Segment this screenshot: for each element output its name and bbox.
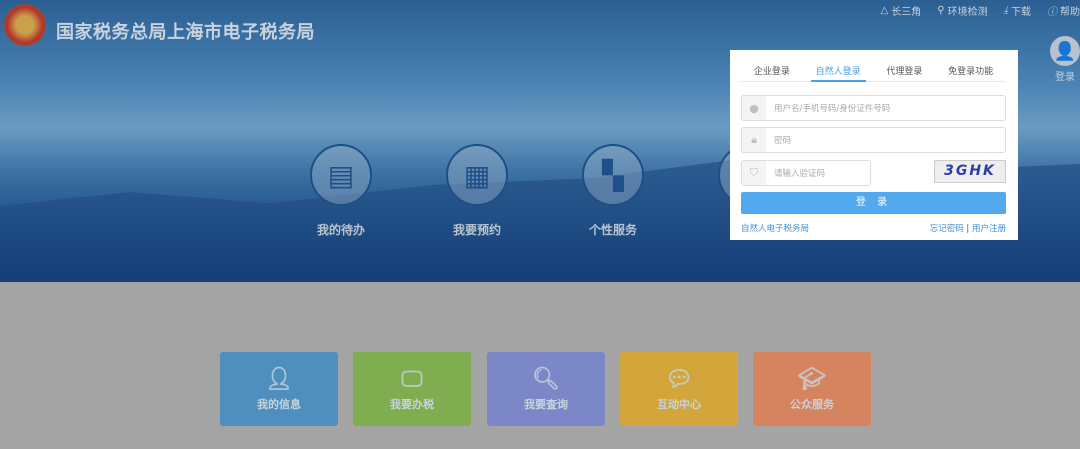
forgot-password-link[interactable]: 忘记密码 (930, 224, 964, 234)
document-search-icon: 🔍︎ (532, 366, 560, 392)
todo-icon[interactable]: ▤ (310, 144, 372, 206)
login-button[interactable]: 登 录 (741, 192, 1006, 214)
grid-icon[interactable]: ▚ (582, 144, 644, 206)
tile-tax-handling[interactable]: 🖵 我要办税 (353, 352, 471, 426)
link-download[interactable]: ⤓ 下载 (1004, 3, 1031, 18)
site-title: 国家税务总局上海市电子税务局 (56, 22, 315, 43)
username-input[interactable]: ● 用户名/手机号码/身份证件号码 (741, 95, 1006, 121)
tab-no-login[interactable]: 免登录功能 (943, 62, 998, 82)
tab-enterprise[interactable]: 企业登录 (749, 62, 795, 82)
user-icon: ● (742, 96, 766, 120)
tile-interaction[interactable]: 💬︎ 互动中心 (620, 352, 738, 426)
tax-emblem-logo (4, 4, 46, 46)
chat-icon: 💬︎ (665, 366, 693, 392)
tab-natural-person[interactable]: 自然人登录 (810, 62, 866, 82)
shield-icon: ⛉ (742, 161, 766, 185)
wrench-icon: ⚲ (937, 5, 945, 16)
register-link[interactable]: 用户注册 (972, 224, 1006, 234)
download-icon: ⤓ (1003, 5, 1008, 16)
tile-my-info[interactable]: 👤︎ 我的信息 (220, 352, 338, 426)
link-env-check[interactable]: ⚲ 环境检测 (937, 3, 987, 18)
tile-public-service[interactable]: 🎓︎ 公众服务 (753, 352, 871, 426)
login-dialog: 企业登录 自然人登录 代理登录 免登录功能 ● 用户名/手机号码/身份证件号码 🔒… (730, 50, 1018, 240)
login-tabs: 企业登录 自然人登录 代理登录 免登录功能 (741, 62, 1006, 82)
login-link[interactable]: 登录 (1055, 68, 1075, 83)
lock-icon: 🔒︎ (742, 128, 766, 152)
tile-query[interactable]: 🔍︎ 我要查询 (487, 352, 605, 426)
top-links: △ 长三角 ⚲ 环境检测 ⤓ 下载 ⓘ 帮助 (881, 3, 1080, 18)
captcha-image[interactable]: 3GHK (934, 160, 1006, 183)
monitor-icon: 🖵 (401, 366, 423, 392)
help-icon: ⓘ (1047, 7, 1057, 18)
link-yangtze[interactable]: △ 长三角 (881, 3, 922, 18)
person-icon: 👤︎ (265, 366, 293, 392)
service-label[interactable]: 个性服务 (563, 221, 663, 238)
triangle-icon: △ (880, 5, 889, 16)
tab-agent[interactable]: 代理登录 (881, 62, 927, 82)
separator: | (966, 224, 970, 234)
service-label[interactable]: 我的待办 (291, 221, 391, 238)
natural-person-link[interactable]: 自然人电子税务局 (741, 222, 809, 234)
captcha-input[interactable]: ⛉ 请输入验证码 (741, 160, 871, 186)
link-help[interactable]: ⓘ 帮助 (1047, 3, 1080, 18)
graduate-icon: 🎓︎ (798, 366, 826, 392)
password-input[interactable]: 🔒︎ 密码 (741, 127, 1006, 153)
calendar-icon[interactable]: ▦ (446, 144, 508, 206)
user-avatar-icon[interactable]: 👤 (1050, 36, 1080, 66)
service-label[interactable]: 我要预约 (427, 221, 527, 238)
